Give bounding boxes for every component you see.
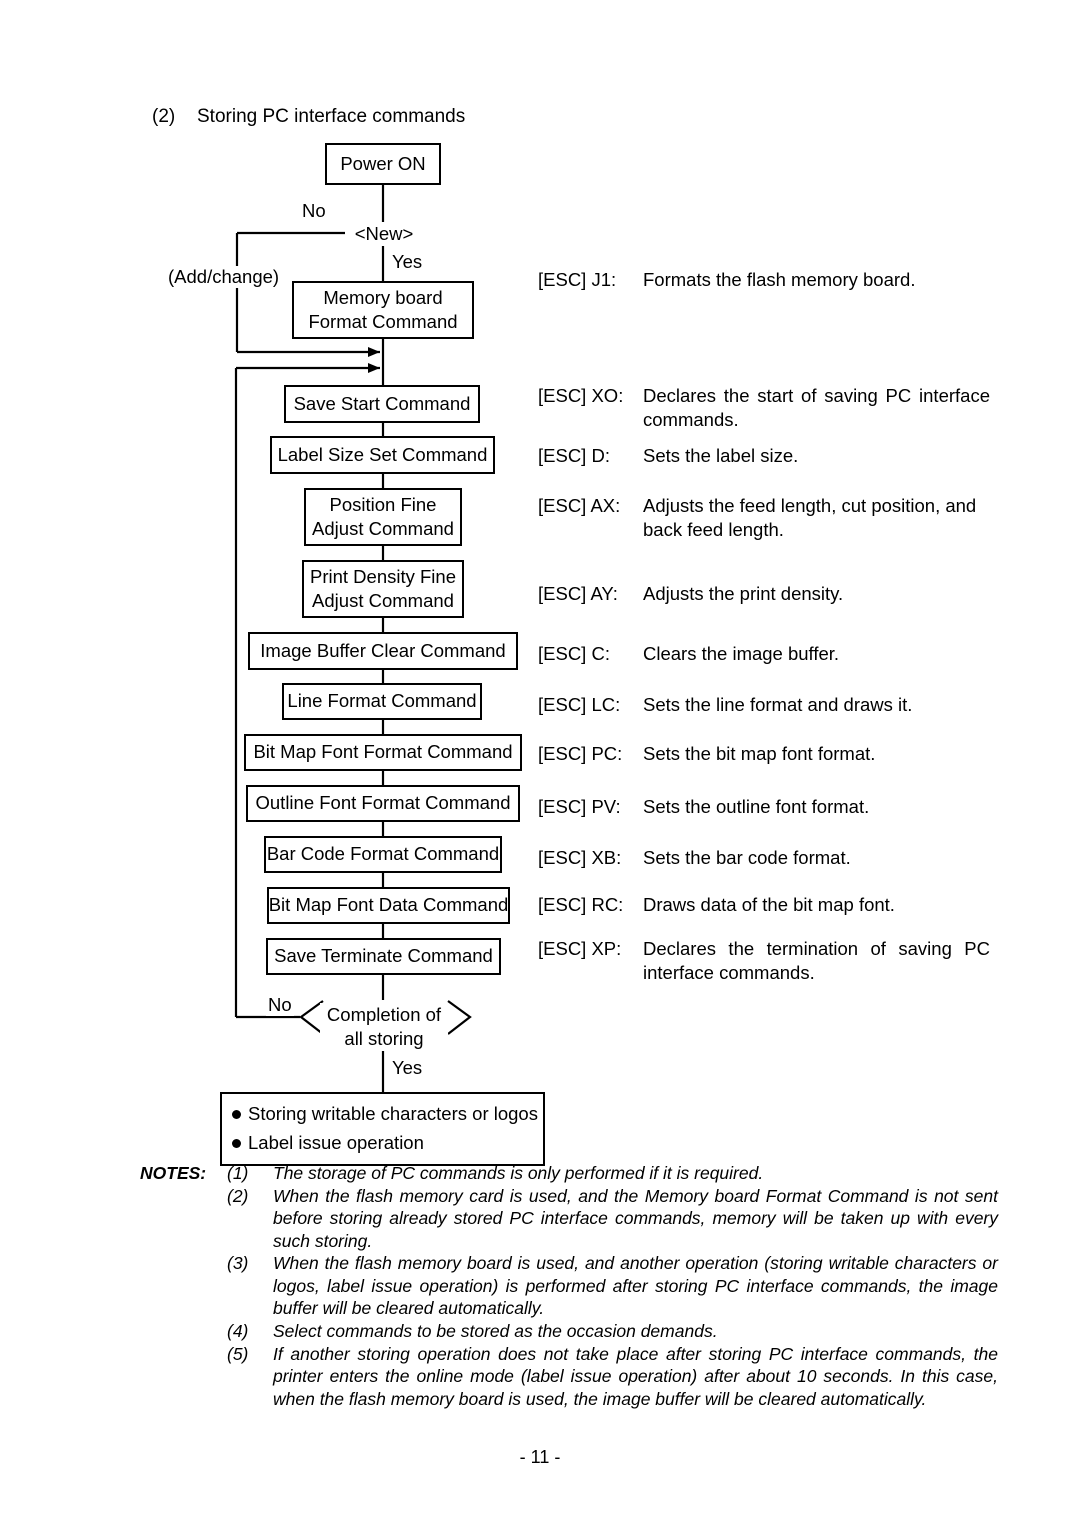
document-page: (2) Storing PC interface commands Power … (0, 0, 1080, 1528)
notes-section: NOTES: (1) The storage of PC commands is… (140, 1162, 998, 1410)
esc-code: [ESC] D: (538, 445, 610, 466)
esc-row: [ESC] PC: Sets the bit map font format. (538, 742, 990, 766)
esc-row: [ESC] D: Sets the label size. (538, 444, 990, 468)
esc-code: [ESC] PC: (538, 743, 623, 764)
esc-description: Formats the flash memory board. (643, 269, 916, 290)
esc-description: Declares the start of saving PC interfac… (643, 385, 990, 431)
esc-description: Declares the termination of saving PC in… (643, 938, 990, 984)
page-footer: - 11 - (0, 1447, 1080, 1468)
note-text: When the flash memory card is used, and … (273, 1185, 998, 1251)
esc-description: Sets the label size. (643, 445, 799, 466)
esc-row: [ESC] XB: Sets the bar code format. (538, 846, 990, 870)
esc-code: [ESC] J1: (538, 269, 617, 290)
esc-code: [ESC] XP: (538, 938, 622, 959)
node-label-size-set: Label Size Set Command (270, 436, 495, 474)
esc-description: Draws data of the bit map font. (643, 894, 895, 915)
node-save-start: Save Start Command (284, 385, 480, 423)
esc-description: Sets the line format and draws it. (643, 694, 913, 715)
esc-code: [ESC] LC: (538, 694, 621, 715)
node-memory-board-format: Memory board Format Command (292, 281, 474, 339)
node-bitmap-font-format: Bit Map Font Format Command (244, 734, 522, 771)
note-number: (1) (227, 1163, 249, 1183)
esc-description: Clears the image buffer. (643, 643, 840, 664)
node-outline-font-format: Outline Font Format Command (246, 785, 520, 822)
note-item: (2) When the flash memory card is used, … (140, 1185, 998, 1253)
decision-new: <New> (345, 222, 423, 247)
esc-code: [ESC] PV: (538, 796, 621, 817)
note-number: (4) (227, 1320, 249, 1341)
esc-description: Sets the bit map font format. (643, 743, 876, 764)
esc-code: [ESC] XB: (538, 847, 622, 868)
node-power-on: Power ON (325, 143, 441, 185)
node-final-operations: Storing writable characters or logos Lab… (220, 1092, 545, 1167)
esc-description: Adjusts the feed length, cut position, a… (643, 495, 977, 541)
flowchart: Power ON <New> No Yes (Add/change) Memor… (0, 0, 620, 1167)
esc-code: [ESC] AX: (538, 495, 621, 516)
note-text: Select commands to be stored as the occa… (273, 1320, 718, 1341)
node-image-buffer-clear: Image Buffer Clear Command (248, 632, 518, 670)
node-print-density-fine-adjust: Print Density Fine Adjust Command (302, 560, 464, 618)
node-save-terminate: Save Terminate Command (266, 938, 501, 975)
esc-row: [ESC] LC: Sets the line format and draws… (538, 693, 990, 717)
esc-description: Sets the outline font format. (643, 796, 870, 817)
esc-code: [ESC] AY: (538, 583, 618, 604)
node-bar-code-format: Bar Code Format Command (264, 836, 502, 873)
label-add-change: (Add/change) (166, 266, 282, 288)
note-number: (3) (227, 1253, 249, 1274)
esc-row: [ESC] J1: Formats the flash memory board… (538, 268, 990, 292)
final-bullet-2: Label issue operation (232, 1129, 533, 1158)
esc-row: [ESC] AX: Adjusts the feed length, cut p… (538, 494, 990, 543)
esc-row: [ESC] XP: Declares the termination of sa… (538, 937, 990, 986)
note-number: (2) (227, 1185, 249, 1206)
label-no-top: No (300, 200, 328, 222)
node-position-fine-adjust: Position Fine Adjust Command (304, 488, 462, 546)
bullet-dot-icon (232, 1138, 241, 1148)
note-item: (1) The storage of PC commands is only p… (140, 1162, 998, 1185)
label-yes-bottom: Yes (390, 1057, 425, 1079)
decision-new-label: <New> (354, 223, 414, 244)
esc-row: [ESC] XO: Declares the start of saving P… (538, 384, 990, 433)
node-line-format: Line Format Command (282, 683, 482, 720)
label-no-bottom: No (266, 994, 294, 1016)
note-item: (4) Select commands to be stored as the … (140, 1320, 998, 1343)
esc-description: Adjusts the print density. (643, 583, 844, 604)
node-bitmap-font-data: Bit Map Font Data Command (267, 887, 510, 924)
esc-row: [ESC] PV: Sets the outline font format. (538, 795, 990, 819)
note-text: When the flash memory board is used, and… (273, 1253, 998, 1319)
label-yes-top: Yes (390, 251, 425, 273)
note-item: (3) When the flash memory board is used,… (140, 1252, 998, 1320)
final-bullet-1: Storing writable characters or logos (232, 1100, 538, 1129)
note-number: (5) (227, 1343, 249, 1364)
esc-row: [ESC] C: Clears the image buffer. (538, 642, 990, 666)
node-power-on-label: Power ON (340, 152, 426, 174)
note-text: The storage of PC commands is only perfo… (273, 1163, 764, 1183)
decision-completion: Completion of all storing (320, 1003, 448, 1052)
bullet-dot-icon (232, 1110, 241, 1119)
esc-code: [ESC] XO: (538, 385, 624, 406)
esc-row: [ESC] AY: Adjusts the print density. (538, 582, 990, 606)
esc-row: [ESC] RC: Draws data of the bit map font… (538, 893, 990, 917)
note-item: (5) If another storing operation does no… (140, 1343, 998, 1411)
page-number: - 11 - (519, 1447, 561, 1467)
esc-description: Sets the bar code format. (643, 847, 851, 868)
esc-code: [ESC] RC: (538, 894, 624, 915)
note-text: If another storing operation does not ta… (273, 1343, 998, 1409)
esc-code: [ESC] C: (538, 643, 610, 664)
